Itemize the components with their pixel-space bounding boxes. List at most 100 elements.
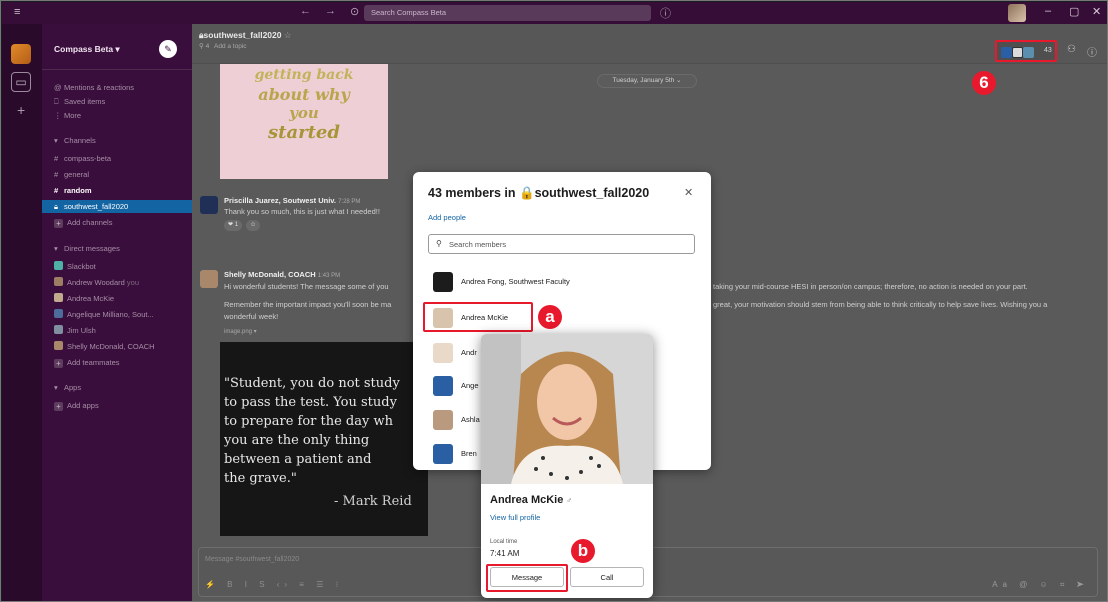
sidebar-item-saved[interactable]: ⎕ Saved items bbox=[54, 95, 105, 108]
annotation-badge-b: b bbox=[571, 539, 595, 563]
caret-down-icon: ▾ bbox=[54, 136, 58, 145]
close-icon[interactable]: ✕ bbox=[684, 186, 693, 199]
user-avatar[interactable] bbox=[1008, 4, 1026, 22]
local-time-value: 7:41 AM bbox=[490, 549, 520, 558]
plus-icon: + bbox=[54, 219, 63, 228]
sidebar-dm-andrew-woodard[interactable]: Andrew Woodard you bbox=[54, 276, 139, 289]
avatar bbox=[1001, 47, 1012, 58]
avatar bbox=[433, 272, 453, 292]
plus-icon: + bbox=[54, 402, 63, 411]
date-divider[interactable]: Tuesday, January 5th ⌄ bbox=[597, 74, 697, 88]
view-full-profile-link[interactable]: View full profile bbox=[490, 513, 540, 522]
app-window: ≡ ← → ⊙ Search Compass Beta ⓘ – ▢ ✕ ▭ + … bbox=[0, 0, 1108, 602]
maximize-icon[interactable]: ▢ bbox=[1069, 5, 1079, 18]
add-teammates-button[interactable]: + Add teammates bbox=[54, 356, 120, 369]
quote-image[interactable]: "Student, you do not study to pass the t… bbox=[220, 342, 428, 536]
help-icon[interactable]: ⓘ bbox=[660, 5, 671, 21]
avatar bbox=[433, 410, 453, 430]
channel-title[interactable]: 🔒︎southwest_fall2020 ☆ bbox=[199, 30, 291, 41]
profile-photo[interactable] bbox=[481, 334, 653, 484]
message-text: Remember the important impact you'll soo… bbox=[224, 300, 392, 309]
formatting-toolbar[interactable]: ⚡ B I S ‹› ≡ ☰ ⁝ bbox=[205, 580, 343, 589]
sidebar-dm-slackbot[interactable]: Slackbot bbox=[54, 260, 96, 273]
motivation-image[interactable]: getting back about why you started bbox=[220, 64, 388, 179]
heart-icon: ❤ bbox=[228, 222, 234, 228]
members-button[interactable]: 43 bbox=[995, 40, 1057, 62]
add-channels-button[interactable]: + Add channels bbox=[54, 216, 112, 229]
attachment-label[interactable]: image.png ▾ bbox=[224, 328, 257, 335]
search-members-input[interactable]: ⚲ Search members bbox=[428, 234, 695, 254]
compose-icon[interactable]: ✎ bbox=[159, 40, 177, 58]
info-icon[interactable]: ⓘ bbox=[1087, 44, 1097, 59]
title-bar: ≡ ← → ⊙ Search Compass Beta ⓘ – ▢ ✕ bbox=[2, 2, 1107, 24]
hash-icon: # bbox=[54, 154, 59, 163]
sidebar-item-mentions[interactable]: @ Mentions & reactions bbox=[54, 81, 134, 94]
avatar bbox=[433, 343, 453, 363]
workspace-search-input[interactable]: Search Compass Beta bbox=[364, 5, 651, 21]
dm-header[interactable]: ▾ Direct messages bbox=[54, 242, 120, 255]
add-topic-link[interactable]: Add a topic bbox=[214, 43, 247, 50]
avatar bbox=[433, 376, 453, 396]
more-vertical-icon: ⋮ bbox=[54, 111, 62, 120]
message-input[interactable]: Message #southwest_fall2020 bbox=[205, 556, 299, 563]
message-author[interactable]: Shelly McDonald, COACH 1:43 PM bbox=[224, 270, 340, 279]
back-arrow-icon[interactable]: ← bbox=[300, 5, 311, 18]
close-window-icon[interactable]: ✕ bbox=[1092, 5, 1101, 18]
composer-actions[interactable]: Aa @ ☺ ⌗ ➤ bbox=[992, 580, 1089, 590]
add-person-icon[interactable]: ⚇ bbox=[1067, 44, 1076, 55]
sidebar-dm-shelly-mcdonald[interactable]: Shelly McDonald, COACH bbox=[54, 340, 155, 353]
at-icon: @ bbox=[54, 83, 62, 92]
add-apps-button[interactable]: + Add apps bbox=[54, 399, 99, 412]
profile-card: Andrea McKie ♂ View full profile Local t… bbox=[481, 334, 653, 598]
caret-down-icon: ▾ bbox=[54, 383, 58, 392]
avatar bbox=[54, 309, 63, 318]
hash-icon: # bbox=[54, 170, 59, 179]
sidebar-item-southwest-fall2020[interactable]: 🔒︎ southwest_fall2020 bbox=[42, 200, 192, 213]
star-icon[interactable]: ☆ bbox=[284, 30, 292, 40]
apps-header[interactable]: ▾ Apps bbox=[54, 381, 81, 394]
search-icon: ⚲ bbox=[436, 239, 442, 248]
sidebar-item-more[interactable]: ⋮ More bbox=[54, 109, 81, 122]
workspace-name[interactable]: Compass Beta ▾ bbox=[54, 44, 120, 55]
avatar[interactable] bbox=[200, 196, 218, 214]
divider bbox=[42, 69, 192, 70]
modal-title: 43 members in 🔒southwest_fall2020 bbox=[428, 186, 650, 200]
lock-icon: 🔒︎ bbox=[54, 202, 58, 211]
sidebar-item-random[interactable]: # random bbox=[54, 184, 92, 197]
workspace-logo-icon[interactable] bbox=[11, 44, 31, 64]
member-row[interactable]: Andrea Fong, Southwest Faculty bbox=[431, 269, 693, 295]
pronoun-icon: ♂ bbox=[566, 496, 573, 505]
annotation-badge-6: 6 bbox=[972, 71, 996, 95]
sidebar-item-compass-beta[interactable]: # compass-beta bbox=[54, 152, 111, 165]
heart-reaction[interactable]: ❤ 1 bbox=[224, 220, 243, 231]
bookmark-icon: ⎕ bbox=[54, 97, 59, 106]
sidebar-dm-andrea-mckie[interactable]: Andrea McKie bbox=[54, 292, 114, 305]
add-workspace-icon[interactable]: + bbox=[17, 102, 25, 118]
forward-arrow-icon[interactable]: → bbox=[325, 5, 336, 18]
channels-header[interactable]: ▾ Channels bbox=[54, 134, 96, 147]
add-people-link[interactable]: Add people bbox=[428, 213, 466, 222]
quote-text: "Student, you do not study to pass the t… bbox=[224, 376, 400, 486]
local-time-label: Local time bbox=[490, 539, 518, 545]
message-text: Hi wonderful students! The message some … bbox=[224, 282, 389, 291]
call-button[interactable]: Call bbox=[570, 567, 644, 587]
message-text: Thank you so much, this is just what I n… bbox=[224, 207, 380, 216]
menu-icon[interactable]: ≡ bbox=[14, 6, 20, 18]
workspace-switch-icon[interactable]: ▭ bbox=[11, 72, 31, 92]
message-author[interactable]: Priscilla Juarez, Soutwest Univ. 7:28 PM bbox=[224, 196, 360, 205]
plus-icon: + bbox=[54, 359, 63, 368]
sidebar-dm-angelique-milliano[interactable]: Angelique Milliano, Sout... bbox=[54, 308, 154, 321]
highlight-box-message bbox=[486, 564, 568, 592]
history-icon[interactable]: ⊙ bbox=[350, 5, 359, 18]
motivation-image-text: getting back about why you started bbox=[254, 67, 354, 143]
channel-header: 🔒︎southwest_fall2020 ☆ ⚲ 4 Add a topic 4… bbox=[192, 24, 1107, 64]
highlight-box-member bbox=[423, 302, 533, 332]
hash-icon: # bbox=[54, 186, 59, 195]
quote-author: - Mark Reid bbox=[334, 494, 412, 509]
avatar[interactable] bbox=[200, 270, 218, 288]
add-reaction-icon[interactable]: ☺ bbox=[246, 220, 261, 231]
avatar bbox=[54, 277, 63, 286]
sidebar-dm-jim-ulsh[interactable]: Jim Ulsh bbox=[54, 324, 96, 337]
minimize-icon[interactable]: – bbox=[1045, 5, 1051, 17]
sidebar-item-general[interactable]: # general bbox=[54, 168, 89, 181]
